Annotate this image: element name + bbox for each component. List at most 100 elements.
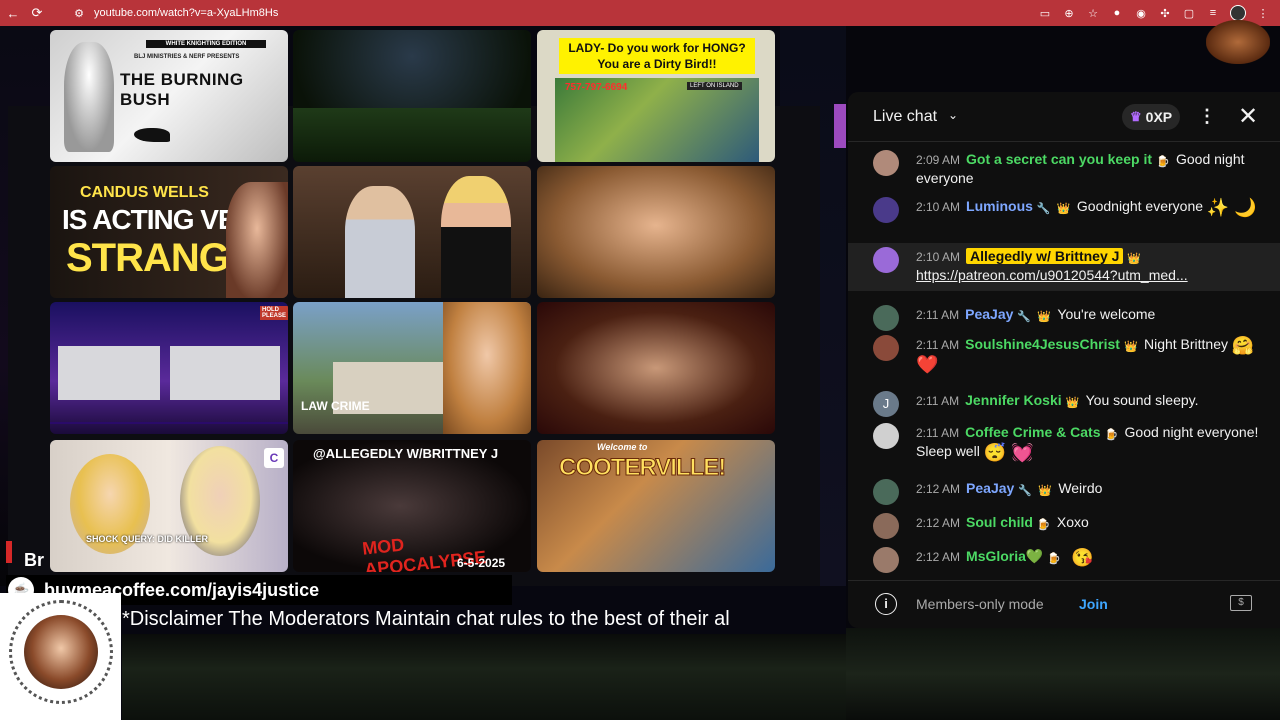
message-time: 2:12 AM — [916, 482, 961, 496]
avatar[interactable]: J — [873, 391, 899, 417]
thumbnail-shock-query: C SHOCK QUERY: DID KILLER — [50, 440, 288, 572]
close-icon[interactable]: ✕ — [1238, 102, 1258, 131]
extension-icon[interactable]: ● — [1110, 6, 1124, 20]
message-author[interactable]: Luminous — [966, 198, 1033, 214]
chat-message[interactable]: 2:11 AM Soulshine4JesusChrist 👑 Night Britt… — [848, 335, 1280, 381]
chat-message[interactable]: 2:10 AM Luminous 🔧 👑 Goodnight everyone ✨ 🌙 — [848, 197, 1280, 243]
message-author[interactable]: Coffee Crime & Cats — [965, 424, 1100, 440]
chevron-down-icon[interactable]: ⌄ — [948, 108, 958, 122]
welcome-text: Welcome to — [597, 442, 648, 452]
message-time: 2:11 AM — [916, 308, 960, 322]
message-emoji: ✨ 🌙 — [1206, 197, 1257, 218]
member-badge-icon: 👑 — [1065, 397, 1080, 410]
partial-text: Br — [24, 550, 45, 570]
message-author[interactable]: Got a secret can you keep it — [966, 151, 1152, 167]
cooterville-title: COOTERVILLE! — [558, 454, 726, 482]
info-icon[interactable]: i — [875, 593, 897, 615]
chat-message[interactable]: 2:12 AM MsGloria💚 🍺 😘 — [848, 547, 1280, 573]
cast-icon[interactable]: ▭ — [1038, 6, 1052, 20]
reading-list-icon[interactable]: ≡ — [1206, 6, 1220, 20]
window-icon[interactable]: ▢ — [1182, 6, 1196, 20]
chat-message[interactable]: 2:12 AM Soul child 🍺 Xoxo — [848, 513, 1280, 539]
thumbnail-candus-wells: CANDUS WELLS IS ACTING VERY STRANGE — [50, 166, 288, 298]
message-text: Night Brittney — [1143, 336, 1229, 352]
profile-extension-icon[interactable]: ◉ — [1134, 6, 1148, 20]
presents-label: BLJ MINISTRIES & NERF PRESENTS — [134, 54, 240, 60]
chat-message[interactable]: 2:11 AM PeaJay 🔧 👑 You're welcome — [848, 305, 1280, 331]
chat-message[interactable]: 2:12 AM PeaJay 🔧 👑 Weirdo — [848, 479, 1280, 505]
candus-wells-name: CANDUS WELLS — [80, 184, 209, 201]
host-photo — [24, 615, 98, 689]
message-time: 2:11 AM — [916, 338, 960, 352]
xp-button[interactable]: ♛ 0XP — [1122, 104, 1181, 130]
member-badge-icon: 👑 — [1123, 341, 1138, 354]
avatar[interactable] — [873, 247, 899, 273]
thumbnail-night-field — [293, 30, 531, 162]
message-author[interactable]: Jennifer Koski — [965, 392, 1061, 408]
crown-icon: ♛ — [1130, 109, 1142, 124]
zoom-icon[interactable]: ⊕ — [1062, 6, 1076, 20]
member-badge-icon: 🍺 — [1156, 156, 1170, 169]
chat-message[interactable]: 2:11 AM Coffee Crime & Cats 🍺 Good night ev… — [848, 423, 1280, 469]
reload-icon[interactable]: ⟳ — [26, 2, 48, 24]
host-man-image — [345, 186, 415, 298]
video-call-window-2 — [170, 346, 280, 400]
chat-message[interactable]: J 2:11 AM Jennifer Koski 👑 You sound sleepy. — [848, 391, 1280, 417]
message-time: 2:11 AM — [916, 426, 960, 440]
message-author[interactable]: PeaJay — [966, 480, 1014, 496]
member-badge-icon: 🍺 — [1104, 429, 1119, 442]
message-author[interactable]: Soul child — [966, 514, 1033, 530]
message-time: 2:10 AM — [916, 200, 961, 214]
avatar[interactable] — [873, 479, 899, 505]
message-author[interactable]: MsGloria💚 — [966, 548, 1043, 564]
member-badge-icon: 👑 — [1038, 485, 1053, 498]
message-time: 2:11 AM — [916, 394, 960, 408]
site-info-icon[interactable]: ⚙ — [68, 2, 90, 24]
grass-background-right — [846, 628, 1280, 720]
chat-messages[interactable]: 2:09 AM Got a secret can you keep it 🍺 Good… — [848, 143, 1280, 573]
mod-apocalypse-title: MOD APOCALYPSE — [361, 534, 488, 572]
thumbnail-long-hair-man — [537, 166, 775, 298]
disclaimer-ticker: *Disclaimer The Moderators Maintain chat… — [122, 608, 730, 630]
avatar[interactable] — [873, 423, 899, 449]
chat-message[interactable]: 2:10 AM Allegedly w/ Brittney J 👑https://p… — [848, 243, 1280, 291]
message-text: Goodnight everyone — [1076, 198, 1204, 214]
avatar[interactable] — [873, 335, 899, 361]
chess-knight-image — [64, 42, 114, 152]
phone-number: 757-797-6694 — [565, 82, 628, 93]
message-emoji: 😘 — [1071, 547, 1094, 568]
bear-mascot-image — [1206, 20, 1270, 64]
live-chat-panel: Live chat ⌄ ♛ 0XP ⋮ ✕ 2:09 AM Got a secre… — [848, 92, 1280, 628]
message-text: Weirdo — [1058, 480, 1103, 496]
profile-avatar[interactable] — [1230, 5, 1246, 21]
chat-message[interactable]: 2:09 AM Got a secret can you keep it 🍺 Good… — [848, 150, 1280, 188]
address-bar[interactable]: ⚙ youtube.com/watch?v=a-XyaLHm8Hs — [62, 2, 1062, 24]
member-badge-icon: 🍺 — [1036, 519, 1051, 532]
more-options-icon[interactable]: ⋮ — [1198, 106, 1216, 127]
back-icon[interactable]: ← — [2, 2, 24, 24]
super-chat-icon[interactable]: $ — [1230, 595, 1252, 611]
message-author[interactable]: PeaJay — [965, 306, 1013, 322]
chat-header: Live chat ⌄ ♛ 0XP ⋮ ✕ — [848, 92, 1280, 142]
menu-kebab-icon[interactable]: ⋮ — [1256, 6, 1270, 20]
browser-toolbar: ← ⟳ ⚙ youtube.com/watch?v=a-XyaLHm8Hs ▭ … — [0, 0, 1280, 26]
burning-bush-title: THE BURNING BUSH — [120, 70, 244, 109]
puzzle-icon[interactable]: ✣ — [1158, 6, 1172, 20]
host-woman-image — [441, 176, 511, 298]
avatar[interactable] — [873, 305, 899, 331]
avatar[interactable] — [873, 547, 899, 573]
message-link[interactable]: https://patreon.com/u90120544?utm_med... — [916, 267, 1188, 283]
message-author[interactable]: Soulshine4JesusChrist — [965, 336, 1120, 352]
avatar[interactable] — [873, 513, 899, 539]
chat-title[interactable]: Live chat — [873, 108, 937, 126]
member-badge-icon: 👑 — [1056, 203, 1071, 216]
thumbnail-dirty-bird: LADY- Do you work for HONG? You are a Di… — [537, 30, 775, 162]
field-image — [293, 108, 531, 162]
face-image — [226, 182, 288, 298]
chat-footer: i Members-only mode Join $ — [848, 580, 1280, 628]
avatar[interactable] — [873, 150, 899, 176]
bookmark-star-icon[interactable]: ☆ — [1086, 6, 1100, 20]
join-button[interactable]: Join — [1079, 596, 1108, 612]
message-author[interactable]: Allegedly w/ Brittney J — [966, 248, 1124, 264]
avatar[interactable] — [873, 197, 899, 223]
